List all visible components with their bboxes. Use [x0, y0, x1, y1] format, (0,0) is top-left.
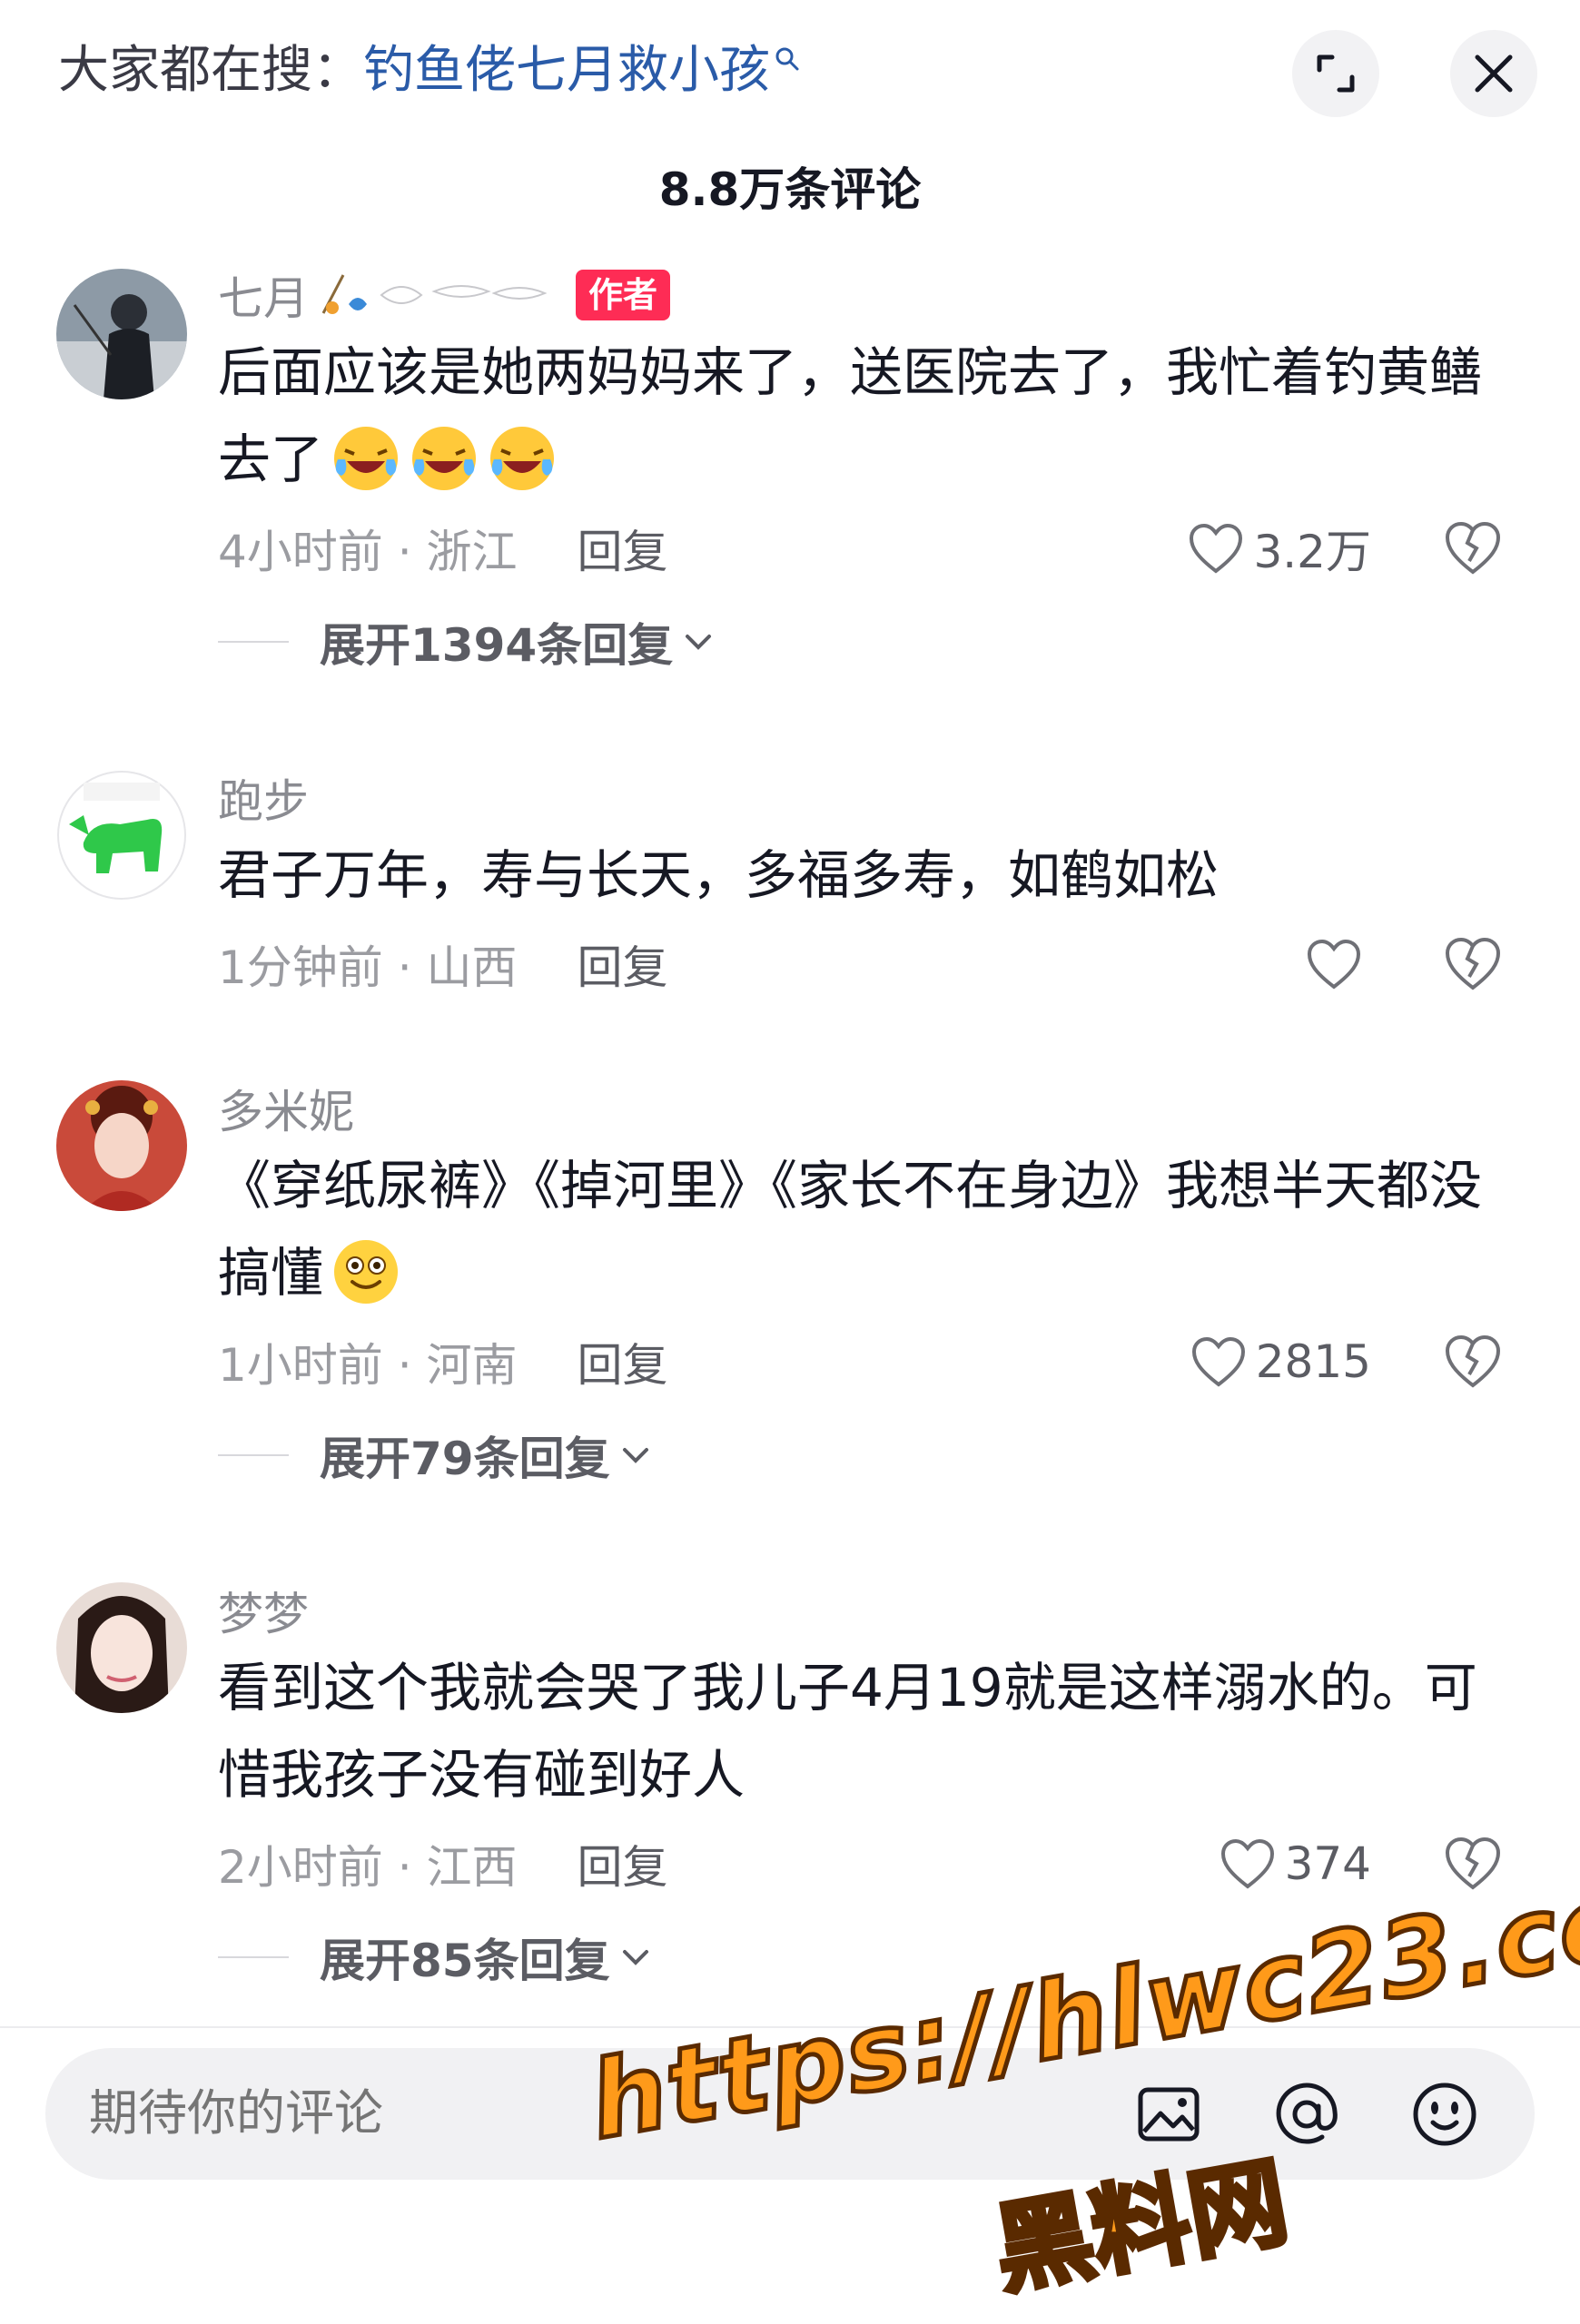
expand-replies-label: 展开1394条回复: [320, 619, 674, 672]
heart-icon: [1191, 1336, 1245, 1387]
divider: [218, 641, 289, 643]
author-badge: 作者: [576, 270, 671, 320]
like-button[interactable]: 3.2万: [1188, 519, 1371, 578]
heart-icon: [1190, 523, 1243, 574]
like-count: 2815: [1255, 1335, 1371, 1388]
comment-author-name[interactable]: 梦梦: [218, 1578, 309, 1643]
panel-header: 大家都在搜：钓鱼佬七月救小孩 8.8万条评论: [0, 0, 1580, 216]
like-count: 374: [1284, 1837, 1371, 1890]
avatar[interactable]: [56, 269, 187, 399]
broken-heart-icon[interactable]: [1444, 935, 1502, 993]
expand-replies-button[interactable]: 展开1394条回复: [218, 594, 1526, 690]
close-icon: [1475, 54, 1513, 93]
expand-replies-button[interactable]: 展开79条回复: [218, 1407, 1526, 1503]
like-count: 3.2万: [1253, 526, 1371, 578]
laughing-crying-emoji-icon: [334, 426, 399, 490]
comment-time-location: 1小时前 · 河南: [218, 1339, 518, 1392]
search-suggestion[interactable]: 大家都在搜：钓鱼佬七月救小孩: [58, 34, 801, 107]
expand-icon: [1317, 54, 1355, 93]
comment-text: 君子万年，寿与长天，多福多寿，如鹤如松: [218, 844, 1220, 906]
comment-text-content: 后面应该是她两妈妈来了，送医院去了，我忙着钓黄鳝去了: [218, 341, 1483, 490]
avatar-image: [56, 269, 187, 399]
comment-time-location: 1分钟前 · 山西: [218, 941, 518, 994]
laughing-crying-emoji-icon: [490, 426, 555, 490]
chevron-down-icon: [622, 1448, 648, 1463]
broken-heart-icon[interactable]: [1444, 1333, 1502, 1391]
laughing-crying-emoji-icon: [412, 426, 477, 490]
reply-button[interactable]: 回复: [578, 1329, 668, 1394]
expand-button[interactable]: [1292, 30, 1379, 117]
like-button[interactable]: 374: [1220, 1835, 1371, 1893]
grinning-emoji-icon: [334, 1239, 399, 1304]
chevron-down-icon: [622, 1950, 648, 1965]
heart-icon: [1220, 1838, 1274, 1889]
divider: [218, 1956, 289, 1958]
search-icon: [775, 47, 799, 71]
avatar[interactable]: [56, 1582, 187, 1713]
reply-button[interactable]: 回复: [578, 516, 668, 581]
image-icon[interactable]: [1133, 2079, 1204, 2150]
comment-author-name[interactable]: 跑步: [218, 765, 309, 831]
avatar-image: [56, 770, 187, 901]
heart-icon: [1307, 939, 1361, 990]
comment-author-name[interactable]: 七月: [218, 262, 309, 328]
broken-heart-icon[interactable]: [1444, 519, 1502, 577]
like-button[interactable]: 2815: [1190, 1333, 1371, 1391]
avatar-image: [56, 1582, 187, 1713]
comment-time-location: 2小时前 · 江西: [218, 1841, 518, 1894]
comment-input-bar[interactable]: [45, 2048, 1535, 2180]
reply-button[interactable]: 回复: [578, 931, 668, 997]
close-button[interactable]: [1450, 30, 1537, 117]
comment-count-title: 8.8万条评论: [658, 163, 922, 216]
at-icon[interactable]: [1271, 2079, 1342, 2150]
search-term-link[interactable]: 钓鱼佬七月救小孩: [363, 41, 770, 100]
expand-replies-label: 展开79条回复: [320, 1433, 610, 1485]
search-prefix: 大家都在搜：: [58, 41, 363, 100]
comment-author-name[interactable]: 多米妮: [218, 1076, 354, 1141]
comment-text: 看到这个我就会哭了我儿子4月19就是这样溺水的。可惜我孩子没有碰到好人: [218, 1657, 1477, 1806]
avatar[interactable]: [56, 1080, 187, 1211]
divider: [218, 1454, 289, 1456]
comment-input[interactable]: [89, 2048, 720, 2180]
avatar[interactable]: [56, 770, 187, 901]
comment-time-location: 4小时前 · 浙江: [218, 526, 518, 578]
comment-text-content: 《穿纸尿裤》《掉河里》《家长不在身边》我想半天都没搞懂: [218, 1155, 1483, 1304]
emoji-icon[interactable]: [1409, 2079, 1480, 2150]
reply-button[interactable]: 回复: [578, 1831, 668, 1896]
comment-text: 后面应该是她两妈妈来了，送医院去了，我忙着钓黄鳝去了: [218, 329, 1526, 503]
comment-text: 《穿纸尿裤》《掉河里》《家长不在身边》我想半天都没搞懂: [218, 1142, 1526, 1316]
expand-replies-button[interactable]: 展开85条回复: [218, 1909, 1526, 2005]
chevron-down-icon: [686, 635, 712, 650]
name-decoration-icon: [321, 274, 548, 314]
avatar-image: [56, 1080, 187, 1211]
broken-heart-icon[interactable]: [1444, 1835, 1502, 1893]
expand-replies-label: 展开85条回复: [320, 1935, 610, 1987]
like-button[interactable]: [1306, 935, 1371, 993]
footer-divider: [0, 2026, 1580, 2028]
